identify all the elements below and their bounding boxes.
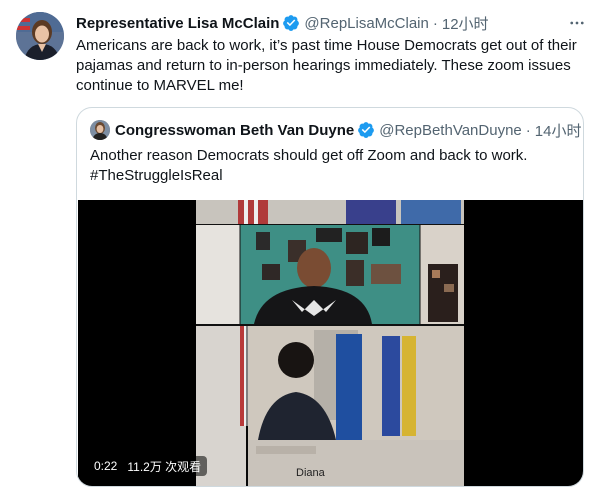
video-view-count: 11.2万 次观看 [127,459,202,474]
video-thumbnail: Diana [196,200,464,486]
author-avatar[interactable] [16,12,64,60]
video-caption-name: Diana [296,467,326,479]
video-elapsed-time: 0:22 [94,459,118,473]
quoted-author-avatar[interactable] [90,120,110,140]
quoted-tweet-header: Congresswoman Beth Van Duyne @RepBethVan… [90,120,581,140]
author-name[interactable]: Representative Lisa McClain [76,15,279,32]
author-handle[interactable]: @RepLisaMcClain [304,15,428,32]
separator-dot: · [432,14,438,32]
quoted-text-line: Another reason Democrats should get off … [90,147,528,164]
hashtag-link[interactable]: #TheStruggleIsReal [90,166,570,186]
tweet[interactable]: Representative Lisa McClain @RepLisaMcCl… [0,0,601,493]
video-overlay: 0:22 11.2万 次观看 [88,456,208,476]
tweet-header: Representative Lisa McClain @RepLisaMcCl… [76,13,585,33]
quoted-author-name[interactable]: Congresswoman Beth Van Duyne [115,122,354,139]
quoted-author-handle[interactable]: @RepBethVanDuyne [379,122,522,139]
tweet-text: Americans are back to work, it’s past ti… [76,37,577,94]
quoted-tweet-timestamp[interactable]: 14小时 [535,120,582,141]
tweet-timestamp[interactable]: 12小时 [442,13,489,34]
quoted-tweet[interactable]: Congresswoman Beth Van Duyne @RepBethVan… [76,107,584,487]
more-horizontal-icon[interactable] [567,14,587,32]
verified-badge-icon [282,14,300,32]
verified-badge-icon [357,121,375,139]
video-player[interactable]: Diana 0:22 11.2万 次观看 [78,200,583,486]
separator-dot: · [525,121,531,139]
quoted-tweet-text: Another reason Democrats should get off … [90,146,570,186]
